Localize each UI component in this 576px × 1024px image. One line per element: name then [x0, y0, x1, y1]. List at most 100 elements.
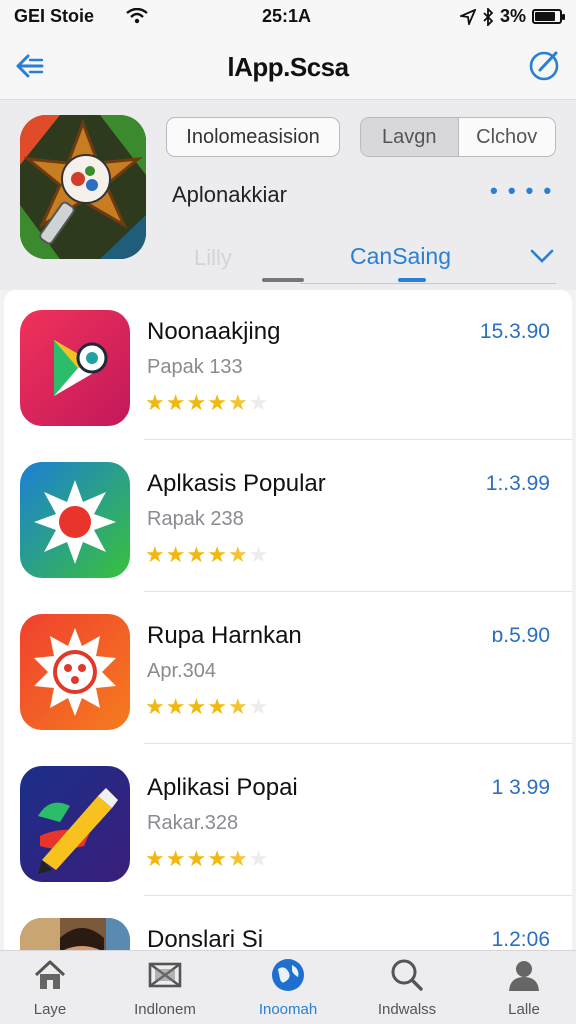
app-icon-pencil[interactable] [20, 766, 130, 882]
star-icon: ★ [227, 542, 248, 567]
tab-label: Inoomah [258, 1001, 318, 1018]
star-icon: ★ [186, 694, 207, 719]
tab-label: Indwalss [377, 1001, 437, 1018]
app-icon-badge[interactable] [20, 614, 130, 730]
bluetooth-icon [483, 7, 494, 26]
list-item[interactable]: Rupa Harnkan Apr.304 ★ ★ ★ ★ ★ ★ ɒ.5.90 [4, 594, 572, 744]
rating-stars: ★ ★ ★ ★ ★ ★ [145, 392, 268, 414]
row-divider [144, 439, 572, 440]
row-divider [144, 895, 572, 896]
star-icon: ★ [248, 694, 269, 719]
price-button[interactable]: 15.3.90 [480, 320, 550, 344]
tab-globe[interactable]: Inoomah [233, 957, 343, 1018]
tab-label: Indlonem [134, 1001, 196, 1018]
list-item[interactable]: Noonaakjing Papak 133 ★ ★ ★ ★ ★ ★ 15.3.90 [4, 290, 572, 440]
tab-mail[interactable]: Indlonem [110, 957, 220, 1018]
more-options-icon[interactable]: • • • • [490, 178, 553, 204]
star-icon: ★ [145, 390, 165, 415]
status-right: 3% [459, 6, 565, 27]
list-item[interactable]: Donslari Si 1.2:06 [4, 898, 572, 950]
navigation-bar: lApp.Scsa [0, 34, 576, 100]
star-icon: ★ [165, 390, 186, 415]
tab-label: Laye [33, 1001, 67, 1018]
wifi-icon [126, 8, 148, 24]
featured-app-icon[interactable] [20, 115, 146, 259]
search-icon [391, 959, 423, 991]
app-icon-play[interactable] [20, 310, 130, 426]
app-name: Donslari Si [147, 926, 264, 950]
home-icon [34, 960, 66, 989]
app-icon-sun[interactable] [20, 462, 130, 578]
app-subtitle: Apr.304 [147, 660, 216, 682]
app-list: Noonaakjing Papak 133 ★ ★ ★ ★ ★ ★ 15.3.90 Apl… [4, 290, 572, 950]
star-icon: ★ [207, 846, 227, 871]
segmented-control: Lavgn Clchov [360, 117, 556, 157]
star-icon: ★ [145, 542, 165, 567]
tab-profile[interactable]: Lalle [469, 957, 576, 1018]
tab-bar: Laye Indlonem Inoomah Indwalss Lalle [0, 950, 576, 1024]
status-time: 25:1A [262, 6, 312, 26]
tab-active[interactable]: CanSaing [350, 243, 451, 270]
star-icon: ★ [227, 694, 248, 719]
price-button[interactable]: ɒ.5.90 [492, 624, 550, 648]
segment-right[interactable]: Clchov [458, 118, 555, 156]
tab-search[interactable]: Indwalss [352, 957, 462, 1018]
compose-icon[interactable] [526, 47, 562, 83]
star-icon: ★ [248, 542, 269, 567]
app-name: Aplikasi Popai [147, 774, 298, 801]
globe-icon [272, 959, 304, 991]
star-icon: ★ [165, 542, 186, 567]
star-icon: ★ [207, 542, 227, 567]
tab-indicator [262, 278, 304, 282]
star-icon: ★ [207, 390, 227, 415]
app-subtitle: Rapak 238 [147, 508, 244, 530]
row-divider [144, 591, 572, 592]
page-title: lApp.Scsa [227, 52, 349, 82]
price-button[interactable]: 1.2:06 [492, 928, 550, 950]
rating-stars: ★ ★ ★ ★ ★ ★ [145, 544, 268, 566]
featured-header: Inolomeasision Lavgn Clchov Aplonakkiar … [0, 100, 576, 290]
price-button[interactable]: 1 3.99 [492, 776, 550, 800]
header-subtitle: Aplonakkiar [172, 182, 287, 207]
chevron-down-icon[interactable] [528, 242, 556, 270]
list-item[interactable]: Aplkasis Popular Rapak 238 ★ ★ ★ ★ ★ ★ 1:.3.9… [4, 442, 572, 592]
app-icon-photo[interactable] [20, 918, 130, 950]
app-subtitle: Papak 133 [147, 356, 243, 378]
star-icon: ★ [248, 846, 269, 871]
star-icon: ★ [186, 390, 207, 415]
battery-percent: 3% [499, 6, 526, 26]
search-field-button[interactable]: Inolomeasision [166, 117, 340, 157]
tab-label: Lalle [508, 1001, 540, 1018]
star-icon: ★ [248, 390, 269, 415]
star-icon: ★ [227, 846, 248, 871]
star-icon: ★ [227, 390, 248, 415]
segment-left[interactable]: Lavgn [361, 118, 459, 156]
app-name: Rupa Harnkan [147, 622, 302, 649]
star-icon: ★ [207, 694, 227, 719]
app-name: Noonaakjing [147, 318, 281, 345]
rating-stars: ★ ★ ★ ★ ★ ★ [145, 696, 268, 718]
mail-icon [148, 962, 182, 988]
app-name: Aplkasis Popular [147, 470, 326, 497]
star-icon: ★ [186, 542, 207, 567]
row-divider [144, 743, 572, 744]
profile-icon [509, 961, 539, 991]
rating-stars: ★ ★ ★ ★ ★ ★ [145, 848, 268, 870]
star-icon: ★ [165, 846, 186, 871]
star-icon: ★ [145, 694, 165, 719]
tab-divider [300, 283, 556, 284]
star-icon: ★ [186, 846, 207, 871]
battery-icon [532, 9, 565, 24]
tab-indicator-active [398, 278, 426, 282]
battery-level [535, 12, 556, 21]
tab-faded[interactable]: Lilly [194, 245, 232, 271]
star-icon: ★ [165, 694, 186, 719]
app-subtitle: Rakar.328 [147, 812, 239, 834]
price-button[interactable]: 1:.3.99 [486, 472, 550, 496]
tab-home[interactable]: Laye [0, 957, 105, 1018]
star-icon: ★ [145, 846, 165, 871]
list-item[interactable]: Aplikasi Popai Rakar.328 ★ ★ ★ ★ ★ ★ 1 3.99 [4, 746, 572, 896]
location-icon [459, 8, 476, 25]
status-bar: GEI Stoie 25:1A 3% [0, 0, 576, 34]
carrier-label: GEI Stoie [14, 6, 95, 26]
